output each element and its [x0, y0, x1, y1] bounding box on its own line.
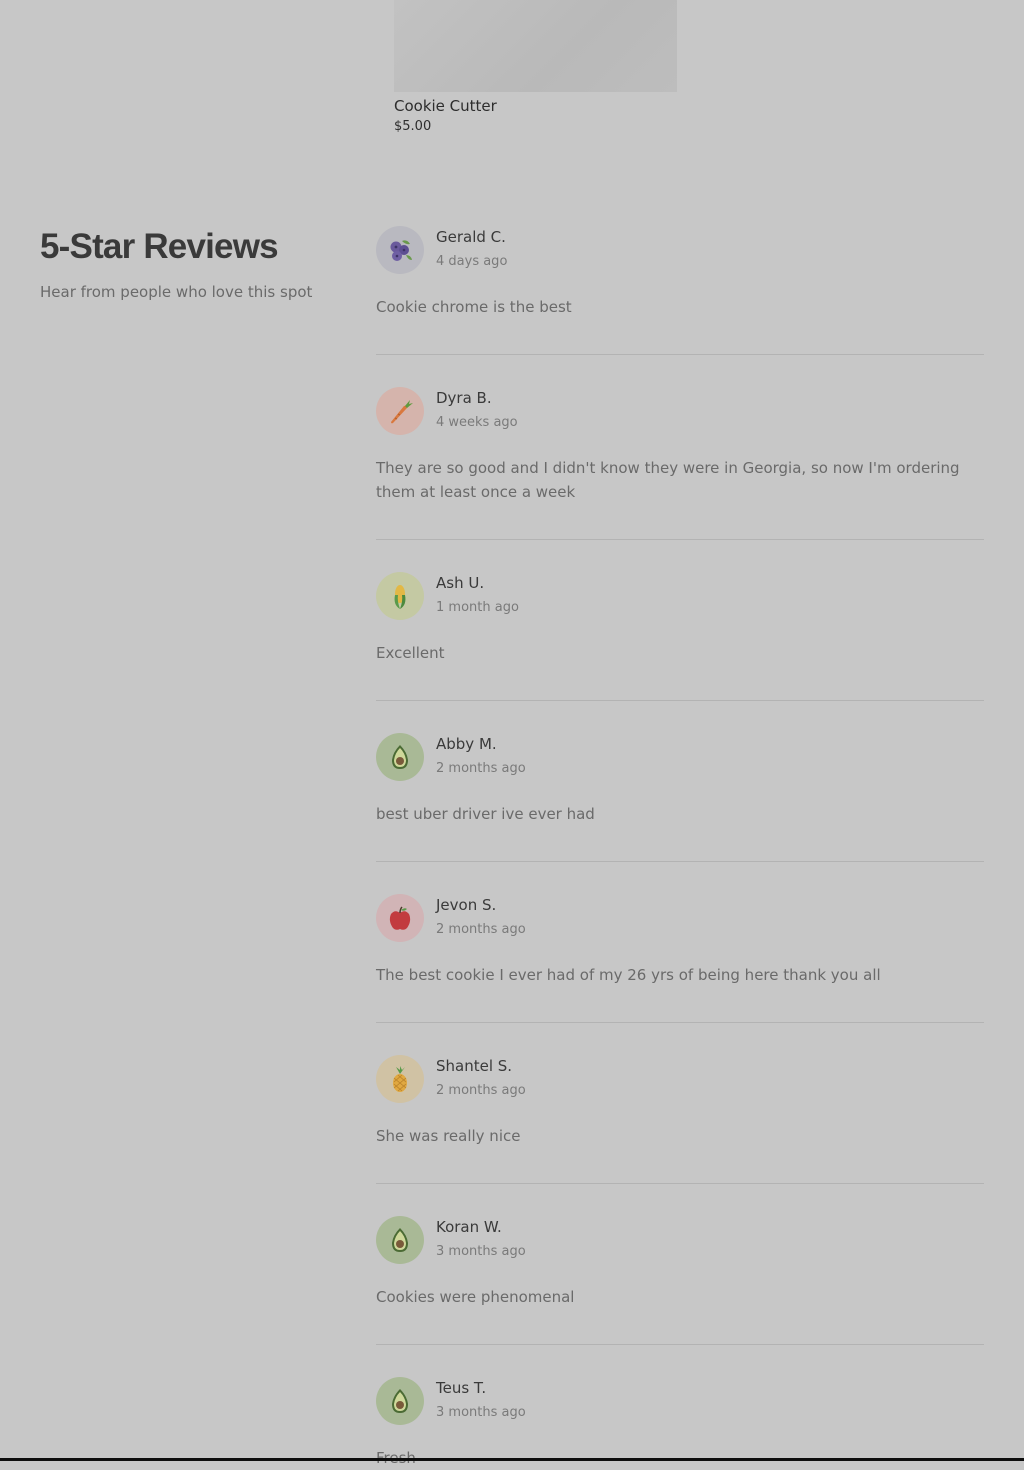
review-item: Dyra B. 4 weeks ago They are so good and…	[376, 355, 984, 540]
review-date: 3 months ago	[436, 1244, 526, 1259]
review-item: Shantel S. 2 months ago She was really n…	[376, 1023, 984, 1184]
review-text: They are so good and I didn't know they …	[376, 459, 960, 501]
avocado-icon	[392, 745, 408, 769]
reviewer-name: Jevon S.	[436, 896, 497, 914]
review-item: Koran W. 3 months ago Cookies were pheno…	[376, 1184, 984, 1345]
review-date: 3 months ago	[436, 1405, 526, 1420]
review-item: Ash U. 1 month ago Excellent	[376, 540, 984, 701]
review-item: Teus T. 3 months ago Fresh	[376, 1345, 984, 1470]
review-date: 1 month ago	[436, 600, 519, 615]
reviews-list: Gerald C. 4 days ago Cookie chrome is th…	[376, 226, 984, 1470]
review-text: Cookies were phenomenal	[376, 1288, 575, 1306]
review-date: 4 weeks ago	[436, 415, 518, 430]
avatar	[376, 226, 424, 274]
blueberry-icon	[390, 240, 412, 261]
review-text: The best cookie I ever had of my 26 yrs …	[376, 966, 881, 984]
apple-icon	[389, 906, 411, 930]
reviews-heading: 5-Star Reviews Hear from people who love…	[40, 226, 340, 302]
avocado-icon	[392, 1389, 408, 1413]
reviews-subtitle: Hear from people who love this spot	[40, 283, 313, 301]
avatar	[376, 894, 424, 942]
review-date: 2 months ago	[436, 1083, 526, 1098]
product-card[interactable]: Cookie Cutter $5.00	[394, 0, 677, 136]
avatar	[376, 733, 424, 781]
avatar	[376, 387, 424, 435]
review-text: She was really nice	[376, 1127, 521, 1145]
review-text: best uber driver ive ever had	[376, 805, 595, 823]
avocado-icon	[392, 1228, 408, 1252]
carrot-icon	[391, 400, 413, 424]
reviewer-name: Dyra B.	[436, 389, 492, 407]
reviewer-name: Ash U.	[436, 574, 485, 592]
reviewer-name: Abby M.	[436, 735, 497, 753]
reviewer-name: Gerald C.	[436, 228, 506, 246]
product-name[interactable]: Cookie Cutter	[394, 96, 677, 116]
review-date: 2 months ago	[436, 922, 526, 937]
review-text: Excellent	[376, 644, 445, 662]
product-price: $5.00	[394, 119, 432, 134]
reviewer-name: Teus T.	[436, 1379, 487, 1397]
reviewer-name: Shantel S.	[436, 1057, 513, 1075]
avatar	[376, 1055, 424, 1103]
reviewer-name: Koran W.	[436, 1218, 502, 1236]
review-item: Abby M. 2 months ago best uber driver iv…	[376, 701, 984, 862]
corn-icon	[394, 585, 406, 609]
product-image[interactable]	[394, 0, 677, 92]
avatar	[376, 1377, 424, 1425]
avatar	[376, 1216, 424, 1264]
avatar	[376, 572, 424, 620]
review-date: 4 days ago	[436, 254, 508, 269]
pineapple-icon	[393, 1066, 407, 1092]
reviews-title: 5-Star Reviews	[40, 227, 279, 266]
review-item: Gerald C. 4 days ago Cookie chrome is th…	[376, 226, 984, 355]
review-text: Cookie chrome is the best	[376, 298, 572, 316]
review-date: 2 months ago	[436, 761, 526, 776]
review-item: Jevon S. 2 months ago The best cookie I …	[376, 862, 984, 1023]
